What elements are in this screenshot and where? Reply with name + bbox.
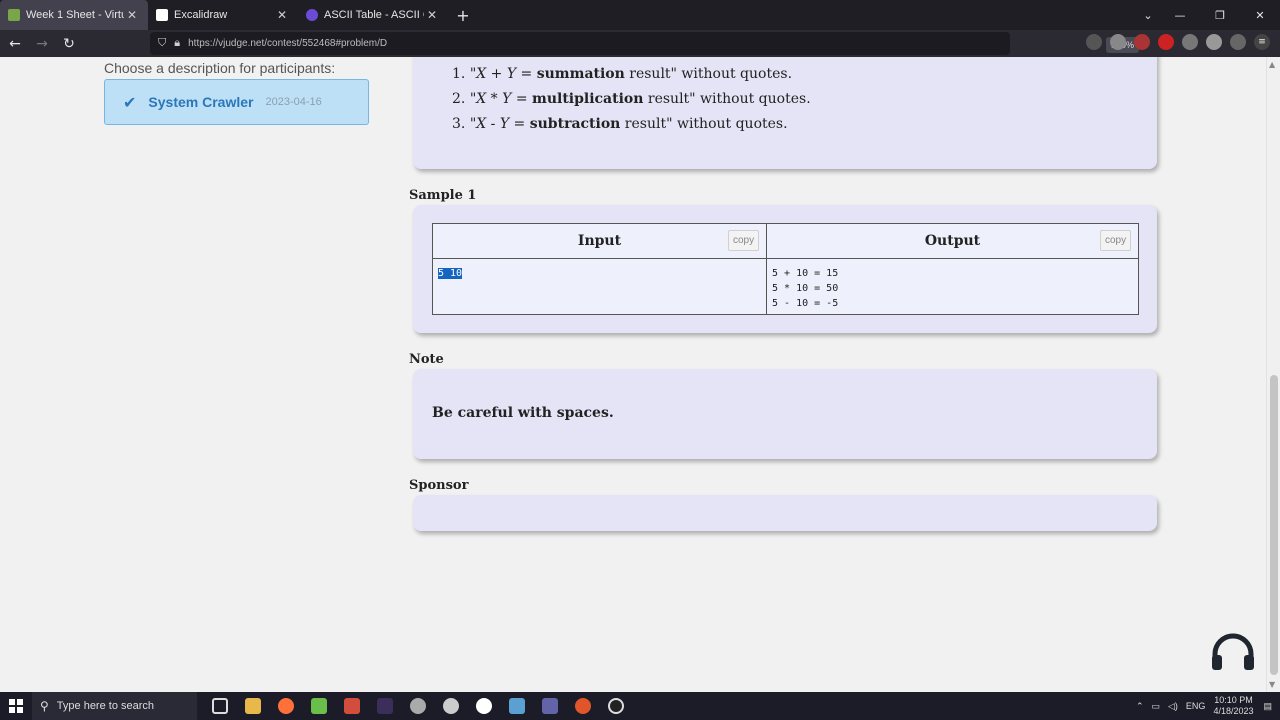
taskbar-search[interactable]: ⚲ Type here to search (32, 692, 197, 720)
app-icon[interactable] (434, 692, 467, 720)
scrollbar-thumb[interactable] (1270, 375, 1278, 675)
scroll-up-icon[interactable]: ▲ (1269, 60, 1275, 69)
output-rule: 3. "X - Y = subtraction result" without … (452, 116, 788, 132)
input-header: Input (433, 224, 766, 259)
list-tabs-chevron-icon[interactable]: ⌄ (1138, 0, 1158, 30)
output-rule: 2. "X * Y = multiplication result" witho… (452, 91, 811, 107)
app-icon[interactable] (368, 692, 401, 720)
app-icon[interactable] (401, 692, 434, 720)
sponsor-panel (413, 495, 1157, 531)
output-rule: 1. "X + Y = summation result" without qu… (452, 66, 793, 82)
output-rules-list: 1. "X + Y = summation result" without qu… (452, 65, 811, 140)
firefox-icon[interactable] (269, 692, 302, 720)
search-placeholder: Type here to search (56, 700, 155, 712)
app-icon[interactable] (335, 692, 368, 720)
sample-title: Sample 1 (409, 188, 477, 203)
description-date: 2023-04-16 (265, 96, 322, 108)
copy-output-button[interactable]: copy (1100, 230, 1132, 251)
back-arrow-icon[interactable]: ← (3, 32, 27, 56)
headphone-icon[interactable] (1210, 632, 1256, 672)
tab-virtual-judge[interactable]: Week 1 Sheet - Virtual Judge ✕ (0, 0, 148, 30)
search-icon: ⚲ (40, 699, 49, 713)
ascii-favicon-icon (306, 9, 318, 21)
pocket-icon[interactable] (1086, 34, 1102, 50)
output-header: Output (767, 224, 1138, 259)
volume-icon[interactable]: ◁) (1168, 701, 1178, 712)
tab-excalidraw[interactable]: Excalidraw ✕ (148, 0, 298, 30)
extension-toolbar: ≡ (1086, 34, 1270, 50)
language-indicator[interactable]: ENG (1186, 701, 1206, 711)
extension-icon[interactable] (1206, 34, 1222, 50)
extension-badge-icon[interactable] (1134, 34, 1150, 50)
shield-icon[interactable]: ⛉ (158, 37, 166, 50)
output-line: 5 - 10 = -5 (772, 298, 839, 309)
description-item[interactable]: ✔ System Crawler 2023-04-16 (104, 79, 369, 125)
close-window-icon[interactable]: ✕ (1240, 0, 1280, 30)
task-view-icon[interactable] (203, 692, 236, 720)
app-icon[interactable] (500, 692, 533, 720)
windows-start-icon[interactable] (0, 692, 32, 720)
system-tray: ⌃ ▭ ◁) ENG 10:10 PM 4/18/2023 ▤ (1136, 692, 1280, 720)
lock-icon[interactable]: 🔒︎ (174, 37, 180, 50)
note-text: Be careful with spaces. (432, 405, 614, 421)
sample-output[interactable]: 5 + 10 = 15 5 * 10 = 50 5 - 10 = -5 (772, 266, 838, 311)
excalidraw-favicon-icon (156, 9, 168, 21)
close-tab-icon[interactable]: ✕ (124, 8, 140, 22)
close-tab-icon[interactable]: ✕ (424, 8, 440, 22)
notifications-icon[interactable]: ▤ (1263, 701, 1272, 712)
tab-title: ASCII Table - ASCII Character Co (324, 9, 424, 21)
account-icon[interactable] (1110, 34, 1126, 50)
check-icon: ✔ (123, 92, 137, 112)
tab-title: Excalidraw (174, 9, 228, 21)
record-icon[interactable] (1158, 34, 1174, 50)
app-icon[interactable] (599, 692, 632, 720)
note-title: Note (409, 352, 444, 367)
output-line: 5 + 10 = 15 (772, 268, 839, 279)
new-tab-icon[interactable]: + (448, 0, 478, 30)
page-content: Choose a description for participants: ✔… (0, 57, 1266, 692)
reload-icon[interactable]: ↻ (57, 32, 81, 56)
menu-icon[interactable]: ≡ (1254, 34, 1270, 50)
microphone-icon[interactable] (566, 692, 599, 720)
page-scrollbar[interactable]: ▲ ▼ (1266, 57, 1280, 692)
notepad-icon[interactable] (302, 692, 335, 720)
puzzle-icon[interactable] (1230, 34, 1246, 50)
tab-ascii-table[interactable]: ASCII Table - ASCII Character Co ✕ (298, 0, 448, 30)
extension-icon[interactable] (1182, 34, 1198, 50)
windows-taskbar: ⚲ Type here to search ⌃ ▭ ◁) ENG 10:10 P… (0, 692, 1280, 720)
clock[interactable]: 10:10 PM 4/18/2023 (1213, 695, 1253, 717)
taskbar-apps (203, 692, 632, 720)
browser-tab-bar: Week 1 Sheet - Virtual Judge ✕ Excalidra… (0, 0, 1280, 30)
window-controls: — ❐ ✕ (1160, 0, 1280, 30)
url-text: https://vjudge.net/contest/552468#proble… (188, 38, 388, 49)
sample-input[interactable]: 5 10 (438, 266, 463, 281)
virtual-judge-favicon-icon (8, 9, 20, 21)
url-bar[interactable]: ⛉ 🔒︎ https://vjudge.net/contest/552468#p… (150, 32, 1150, 55)
output-line: 5 * 10 = 50 (772, 283, 839, 294)
close-tab-icon[interactable]: ✕ (274, 8, 290, 22)
restore-icon[interactable]: ❐ (1200, 0, 1240, 30)
browser-nav-bar: ← → ↻ ⛉ 🔒︎ https://vjudge.net/contest/55… (0, 30, 1280, 57)
file-explorer-icon[interactable] (236, 692, 269, 720)
network-icon[interactable]: ▭ (1151, 701, 1160, 712)
sample-table: Input Output copy copy 5 10 5 + 10 = 15 5… (432, 223, 1139, 315)
teams-icon[interactable] (533, 692, 566, 720)
forward-arrow-icon[interactable]: → (30, 32, 54, 56)
sponsor-title: Sponsor (409, 478, 469, 493)
tab-title: Week 1 Sheet - Virtual Judge (26, 9, 124, 21)
minimize-icon[interactable]: — (1160, 0, 1200, 30)
tray-chevron-icon[interactable]: ⌃ (1136, 701, 1144, 712)
description-name: System Crawler (148, 94, 254, 110)
selected-input-text: 5 10 (438, 268, 463, 279)
table-divider (766, 224, 767, 314)
scroll-down-icon[interactable]: ▼ (1269, 680, 1275, 689)
clock-app-icon[interactable] (467, 692, 500, 720)
copy-input-button[interactable]: copy (728, 230, 760, 251)
description-label: Choose a description for participants: (104, 60, 336, 76)
